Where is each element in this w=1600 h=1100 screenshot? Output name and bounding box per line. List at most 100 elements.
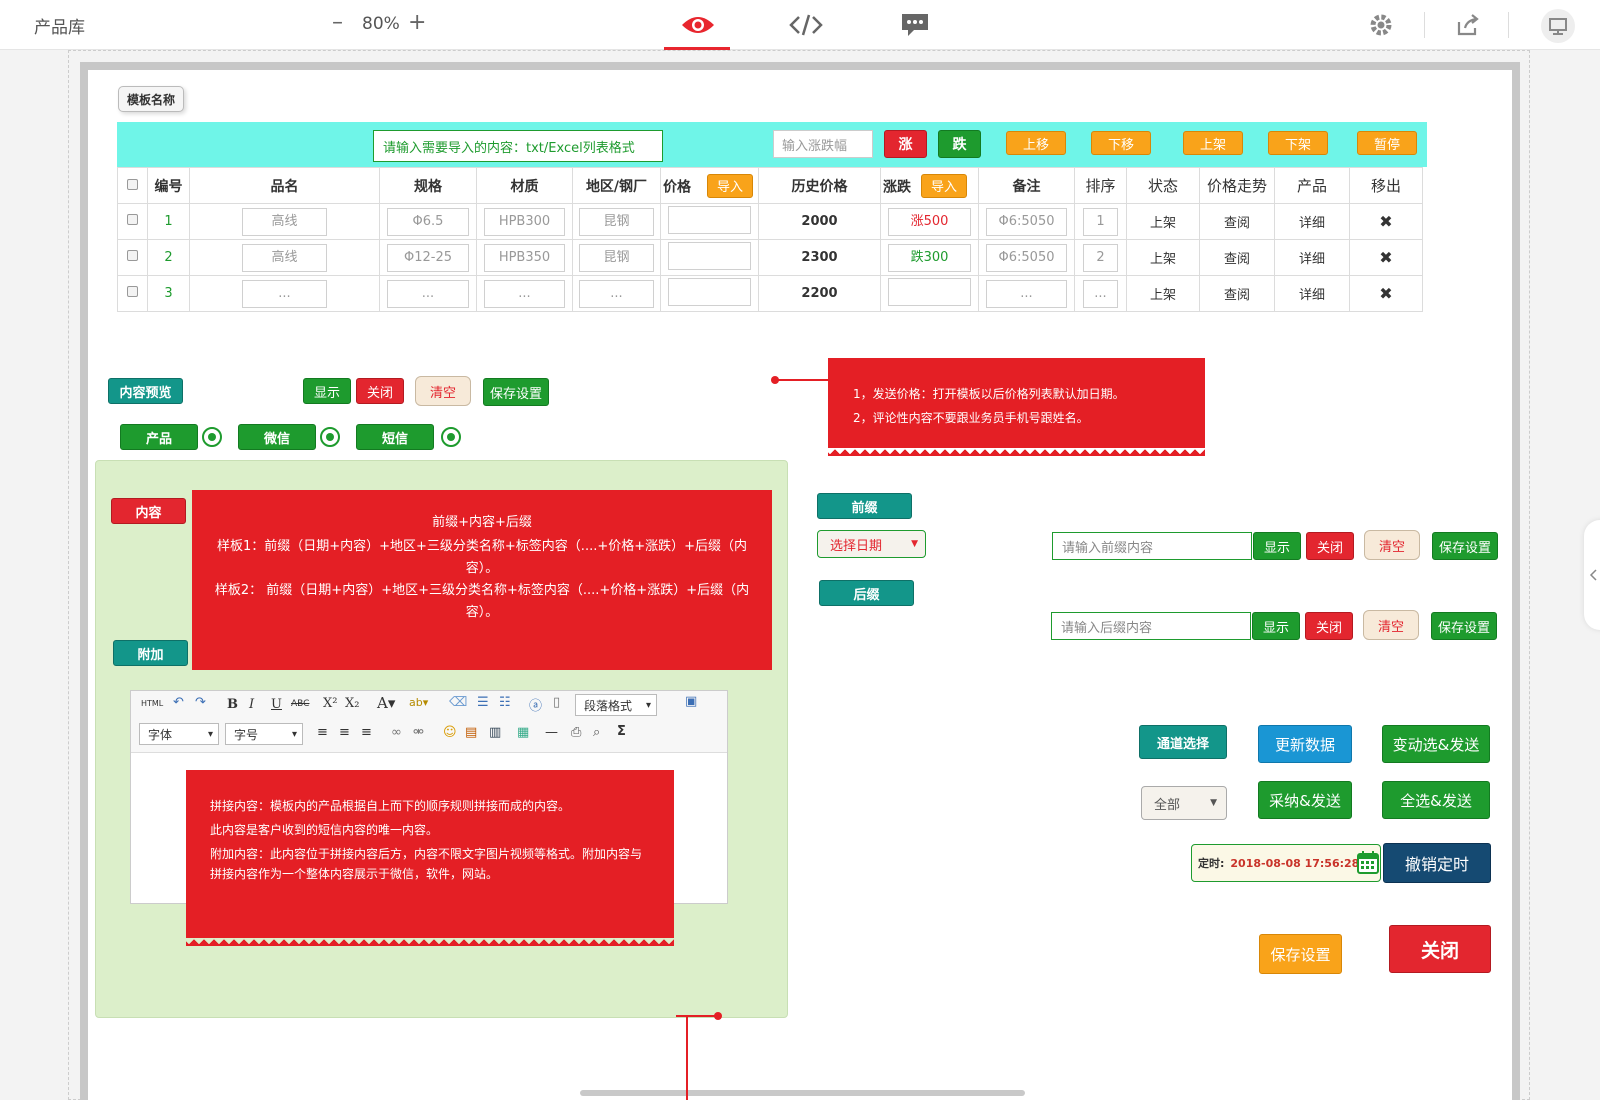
text-box-icon[interactable]: ⓐ xyxy=(529,695,542,714)
price-field[interactable] xyxy=(667,205,752,234)
horizontal-rule-icon[interactable]: — xyxy=(545,725,558,740)
bold-icon[interactable]: B xyxy=(227,697,238,712)
emoji-icon[interactable]: ☺ xyxy=(443,725,457,740)
align-right-icon[interactable]: ≡ xyxy=(361,725,372,740)
remove-row-icon[interactable]: ✖ xyxy=(1349,203,1423,240)
list-button[interactable]: 上架 xyxy=(1183,131,1243,155)
spec-field[interactable]: ... xyxy=(386,279,470,308)
attach-label-button[interactable]: 附加 xyxy=(113,640,188,666)
channel-product-button[interactable]: 产品 xyxy=(120,424,198,450)
html-source-icon[interactable]: HTML xyxy=(141,699,163,708)
pause-button[interactable]: 暂停 xyxy=(1357,131,1417,155)
remark-field[interactable]: Φ6:5050 xyxy=(985,207,1068,236)
formula-icon[interactable]: Σ xyxy=(617,724,626,739)
preview-save-button[interactable]: 保存设置 xyxy=(483,378,549,406)
content-preview-button[interactable]: 内容预览 xyxy=(108,378,183,404)
select-all-checkbox[interactable] xyxy=(117,167,148,204)
share-icon[interactable] xyxy=(1455,12,1489,38)
channel-select-button[interactable]: 通道选择 xyxy=(1139,725,1227,759)
underline-icon[interactable]: U xyxy=(271,697,282,712)
price-field[interactable] xyxy=(667,277,752,306)
zoom-out-button[interactable]: – xyxy=(332,10,343,35)
prefix-show-button[interactable]: 显示 xyxy=(1253,532,1301,560)
order-field[interactable]: 1 xyxy=(1082,207,1119,236)
subscript-icon[interactable]: X₂ xyxy=(345,696,359,711)
status-cell[interactable]: 上架 xyxy=(1126,203,1200,240)
channel-wechat-radio[interactable] xyxy=(320,427,340,447)
align-left-icon[interactable]: ≡ xyxy=(317,725,328,740)
preview-clear-button[interactable]: 清空 xyxy=(415,376,471,406)
status-cell[interactable]: 上架 xyxy=(1126,239,1200,276)
order-field[interactable]: ... xyxy=(1082,279,1119,308)
gallery-icon[interactable]: ▦ xyxy=(517,725,529,740)
select-all-send-button[interactable]: 全选&发送 xyxy=(1382,781,1490,819)
redo-icon[interactable]: ↷ xyxy=(195,695,206,710)
unlink-icon[interactable]: ⚮ xyxy=(413,725,424,740)
font-family-select[interactable]: 字体 xyxy=(139,723,219,745)
status-cell[interactable]: 上架 xyxy=(1126,275,1200,312)
prefix-clear-button[interactable]: 清空 xyxy=(1364,530,1420,560)
fall-button[interactable]: 跌 xyxy=(938,130,981,158)
present-icon[interactable] xyxy=(1541,9,1575,43)
product-detail-link[interactable]: 详细 xyxy=(1274,239,1350,276)
content-label-button[interactable]: 内容 xyxy=(111,498,186,524)
code-icon[interactable] xyxy=(788,12,823,38)
timer-field[interactable]: 定时: 2018-08-08 17:56:28 xyxy=(1191,844,1381,882)
material-field[interactable]: ... xyxy=(483,279,566,308)
region-field[interactable]: ... xyxy=(579,279,654,308)
highlight-icon[interactable]: ab▾ xyxy=(409,696,428,709)
prefix-input[interactable]: 请输入前缀内容 xyxy=(1052,532,1252,560)
rise-button[interactable]: 涨 xyxy=(884,130,927,158)
product-detail-link[interactable]: 详细 xyxy=(1274,275,1350,312)
spec-field[interactable]: Φ6.5 xyxy=(386,207,470,236)
name-field[interactable]: ... xyxy=(241,279,328,308)
save-settings-button[interactable]: 保存设置 xyxy=(1259,934,1342,974)
preview-close-button[interactable]: 关闭 xyxy=(356,378,404,404)
name-field[interactable]: 高线 xyxy=(241,207,328,236)
row-checkbox[interactable] xyxy=(117,203,148,240)
row-checkbox[interactable] xyxy=(117,239,148,276)
collapse-panel-handle[interactable] xyxy=(1584,520,1600,630)
font-color-icon[interactable]: A▾ xyxy=(377,694,395,712)
prefix-date-select[interactable]: 选择日期 ▼ xyxy=(817,530,926,558)
eraser-icon[interactable]: ⌫ xyxy=(449,695,467,710)
template-name-label[interactable]: 模板名称 xyxy=(118,86,184,112)
ordered-list-icon[interactable]: ☰ xyxy=(477,695,489,710)
prefix-label-button[interactable]: 前缀 xyxy=(817,493,912,519)
search-icon[interactable]: ⌕ xyxy=(593,725,600,740)
close-button[interactable]: 关闭 xyxy=(1389,925,1491,973)
suffix-show-button[interactable]: 显示 xyxy=(1252,612,1300,640)
name-field[interactable]: 高线 xyxy=(241,243,328,272)
import-input[interactable]: 请输入需要导入的内容：txt/Excel列表格式 xyxy=(373,130,663,162)
font-size-select[interactable]: 字号 xyxy=(225,723,303,745)
region-field[interactable]: 昆钢 xyxy=(579,207,654,236)
suffix-input[interactable]: 请输入后缀内容 xyxy=(1051,612,1251,640)
preview-eye-icon[interactable] xyxy=(680,12,714,38)
zoom-in-button[interactable]: + xyxy=(408,10,426,35)
horizontal-scrollbar[interactable] xyxy=(580,1090,1025,1096)
change-field[interactable] xyxy=(887,277,972,306)
italic-icon[interactable]: I xyxy=(249,697,254,712)
order-field[interactable]: 2 xyxy=(1082,243,1119,272)
suffix-close-button[interactable]: 关闭 xyxy=(1305,612,1353,640)
cancel-timer-button[interactable]: 撤销定时 xyxy=(1383,843,1491,883)
unordered-list-icon[interactable]: ☷ xyxy=(499,695,511,710)
calendar-icon[interactable] xyxy=(1357,850,1379,874)
change-field[interactable]: 涨500 xyxy=(887,207,972,236)
prefix-save-button[interactable]: 保存设置 xyxy=(1432,532,1498,560)
remove-row-icon[interactable]: ✖ xyxy=(1349,275,1423,312)
move-up-button[interactable]: 上移 xyxy=(1006,131,1066,155)
filter-select[interactable]: 全部 ▼ xyxy=(1141,786,1227,820)
spec-field[interactable]: Φ12-25 xyxy=(386,243,470,272)
suffix-clear-button[interactable]: 清空 xyxy=(1363,610,1419,640)
price-import-button[interactable]: 导入 xyxy=(707,173,753,198)
update-data-button[interactable]: 更新数据 xyxy=(1258,725,1352,763)
trend-link[interactable]: 查阅 xyxy=(1199,239,1275,276)
paragraph-format-select[interactable]: 段落格式 xyxy=(575,694,657,716)
image-icon[interactable]: ▤ xyxy=(465,725,477,740)
delist-button[interactable]: 下架 xyxy=(1268,131,1328,155)
align-center-icon[interactable]: ≡ xyxy=(339,725,350,740)
preview-show-button[interactable]: 显示 xyxy=(303,378,351,404)
trend-link[interactable]: 查阅 xyxy=(1199,203,1275,240)
product-detail-link[interactable]: 详细 xyxy=(1274,203,1350,240)
